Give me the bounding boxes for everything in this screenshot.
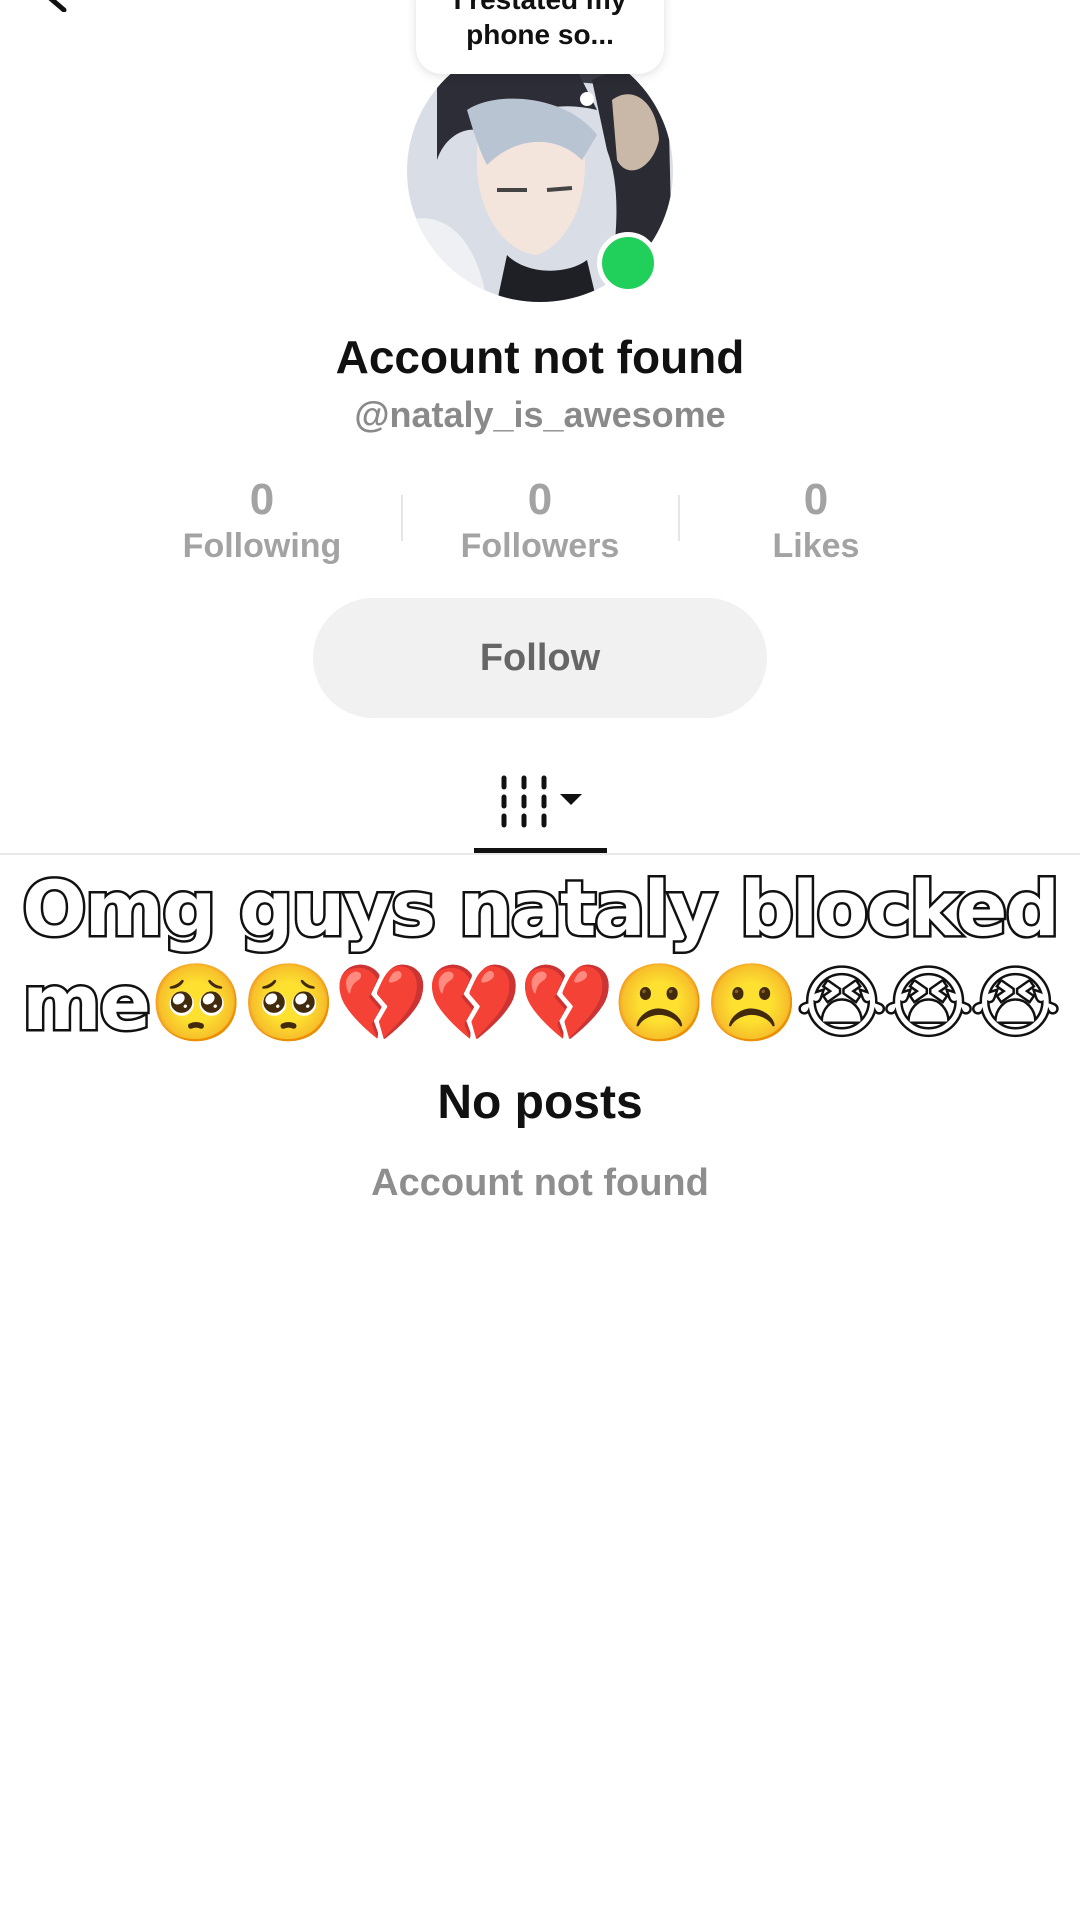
tab-bar-divider [0,853,1080,855]
back-arrow-icon[interactable] [42,0,82,12]
stat-following-label: Following [182,527,342,565]
caption-line-1: Omg guys nataly blocked [20,862,1063,956]
profile-avatar[interactable] [407,40,673,302]
note-bubble-tail [580,92,594,106]
stat-divider [678,495,680,541]
caption-line-2: me🥺🥺💔💔💔☹️☹️😭😭😭 [20,956,1063,1050]
stat-likes-label: Likes [772,527,860,565]
stat-following[interactable]: 0 Following [152,474,372,566]
caret-down-icon [560,794,582,805]
profile-handle: @nataly_is_awesome [354,394,726,435]
note-bubble-text: I restated my phone so... [454,0,627,50]
stat-followers[interactable]: 0 Followers [430,474,650,566]
empty-state-title: No posts [437,1076,643,1129]
stat-divider [401,495,403,541]
stat-likes[interactable]: 0 Likes [706,474,926,566]
follow-button[interactable]: Follow [313,598,767,718]
empty-state-subtitle: Account not found [371,1162,709,1204]
stat-followers-label: Followers [460,527,620,565]
online-status-dot [597,232,659,294]
tab-videos[interactable] [474,770,606,854]
stat-likes-count: 0 [803,475,829,524]
videos-grid-icon [501,775,547,828]
profile-name: Account not found [335,331,745,383]
note-bubble[interactable]: I restated my phone so... [416,0,664,74]
stat-followers-count: 0 [527,475,553,524]
stat-following-count: 0 [249,475,275,524]
